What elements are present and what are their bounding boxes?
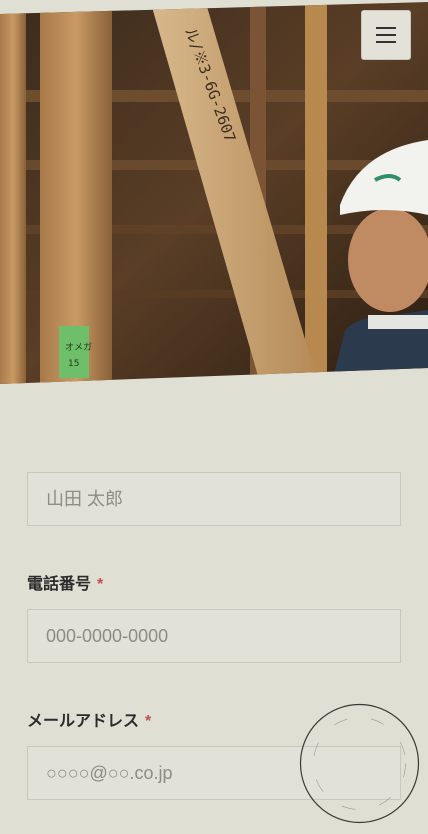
phone-input[interactable] <box>27 609 401 663</box>
phone-label: 電話番号 * <box>27 570 103 594</box>
email-label-text: メールアドレス <box>27 711 140 730</box>
hamburger-icon-line <box>376 41 396 43</box>
hamburger-icon <box>376 27 396 29</box>
required-mark: * <box>145 713 152 730</box>
name-input[interactable] <box>27 472 401 526</box>
phone-label-text: 電話番号 <box>27 574 92 593</box>
hero-photo: ル/※3-6G-2607 オメガ 15 <box>0 0 428 390</box>
circular-seal-icon <box>299 703 420 824</box>
email-label: メールアドレス * <box>27 707 151 731</box>
svg-text:15: 15 <box>68 359 79 369</box>
required-mark: * <box>97 576 104 593</box>
svg-text:オメガ: オメガ <box>65 342 92 353</box>
hamburger-icon-line <box>376 34 396 36</box>
menu-button[interactable] <box>361 10 411 60</box>
